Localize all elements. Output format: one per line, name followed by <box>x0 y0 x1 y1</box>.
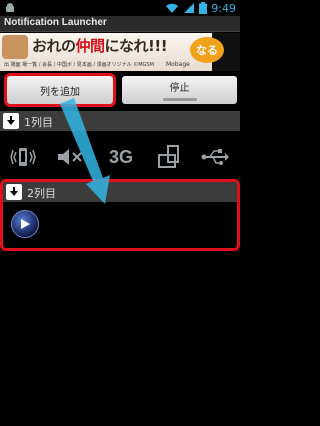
rotate-icon[interactable] <box>154 142 184 172</box>
app-title: Notification Launcher <box>4 17 107 28</box>
status-bar: 9:49 <box>0 0 240 16</box>
vibrate-icon[interactable] <box>8 142 38 172</box>
action-button-row: 列を追加 停止 <box>0 71 240 109</box>
add-column-button[interactable]: 列を追加 <box>4 73 116 107</box>
wifi-icon <box>166 3 179 13</box>
ad-headline-part1: おれの <box>32 37 76 55</box>
section-col2-highlight: 2列目 <box>0 179 240 251</box>
mute-icon[interactable] <box>55 142 85 172</box>
signal-icon <box>184 3 195 13</box>
chevron-down-icon[interactable] <box>3 113 19 129</box>
3g-icon[interactable]: 3G <box>104 142 138 172</box>
ad-headline-part3: になれ!!! <box>104 37 168 55</box>
usb-icon[interactable] <box>200 142 230 172</box>
ad-small-print: 出 場面 場一覧 / 会長 / 中国ボ / 見本画 / 漫画オリジナル ©MGS… <box>4 62 154 68</box>
ad-brand: Mobage <box>166 61 190 68</box>
ad-banner[interactable]: おれの仲間になれ!!! 出 場面 場一覧 / 会長 / 中国ボ / 見本画 / … <box>0 33 240 71</box>
ad-badge: なる <box>190 37 224 63</box>
section-header-col2[interactable]: 2列目 <box>3 182 237 202</box>
stop-indicator <box>162 98 197 101</box>
android-icon <box>6 3 14 12</box>
play-store-icon[interactable] <box>11 210 39 238</box>
ad-headline-part2: 仲間 <box>75 37 106 55</box>
ad-image[interactable]: おれの仲間になれ!!! 出 場面 場一覧 / 会長 / 中国ボ / 見本画 / … <box>0 33 212 71</box>
section-label-col2: 2列目 <box>27 187 56 200</box>
ad-headline: おれの仲間になれ!!! <box>32 35 168 56</box>
stop-button[interactable]: 停止 <box>122 76 237 104</box>
status-time: 9:49 <box>211 1 236 15</box>
section-header-col1[interactable]: 1列目 <box>0 111 240 131</box>
toggle-icon-row: 3G <box>0 136 240 176</box>
chevron-down-icon[interactable] <box>6 184 22 200</box>
section-label-col1: 1列目 <box>24 116 53 129</box>
app-title-bar: Notification Launcher <box>0 16 240 32</box>
battery-icon <box>199 2 208 14</box>
add-column-label: 列を追加 <box>40 86 80 98</box>
3g-label: 3G <box>108 146 133 167</box>
stop-label: 停止 <box>169 83 190 94</box>
ad-character-image <box>2 35 28 59</box>
